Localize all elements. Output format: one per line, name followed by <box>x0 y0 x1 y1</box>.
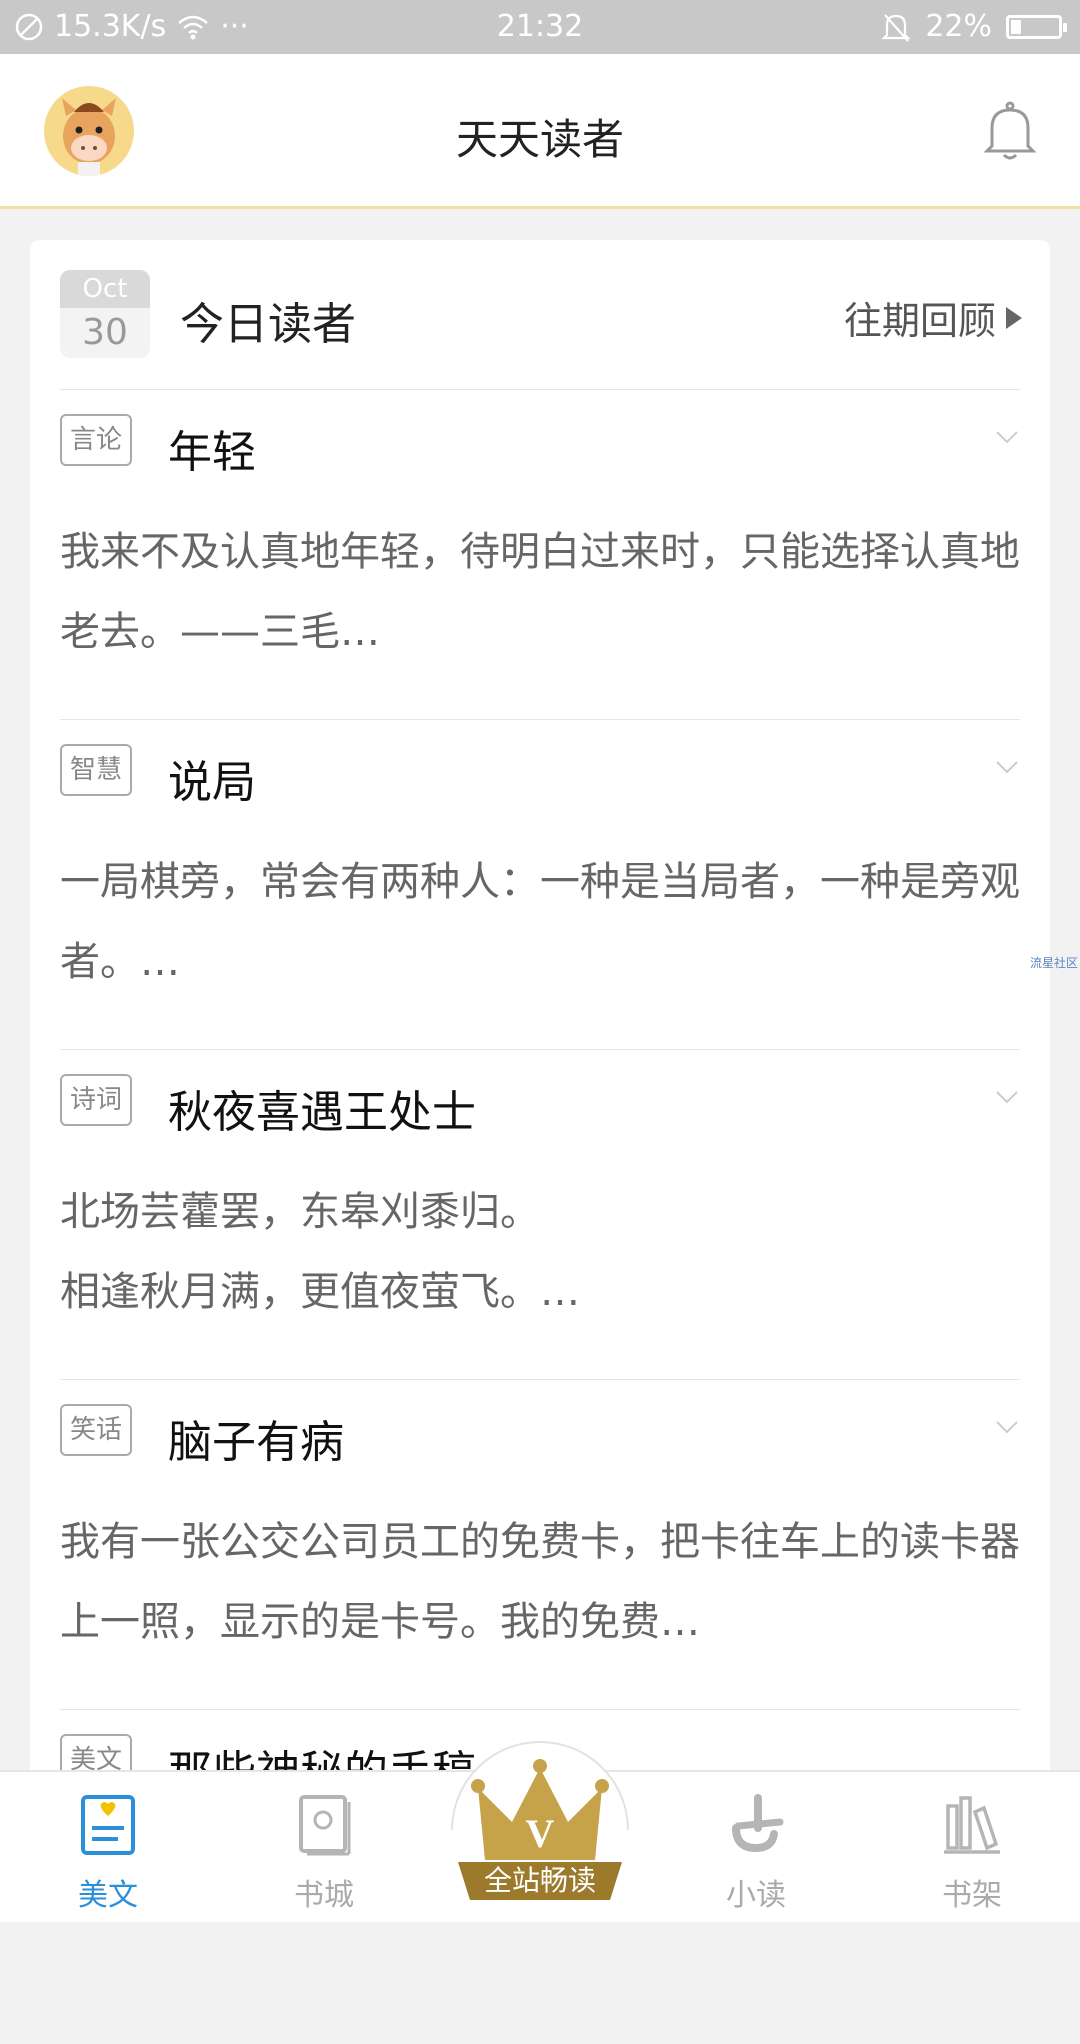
app-header: 天天读者 <box>0 54 1080 209</box>
article-excerpt: 北场芸藿罢，东皋刈黍归。 相逢秋月满，更值夜萤飞。… <box>60 1172 1020 1332</box>
divider <box>60 389 1020 390</box>
tab-label: 小读 <box>726 1878 786 1913</box>
tab-meiwen[interactable]: 美文 <box>48 1792 168 1914</box>
watermark-text: 流星社区 <box>1029 956 1078 970</box>
tab-label: 书架 <box>942 1878 1002 1913</box>
bookshelf-icon <box>944 1796 1000 1854</box>
poem-line: 北场芸藿罢，东皋刈黍归。 <box>60 1189 540 1235</box>
article-icon <box>81 1795 135 1855</box>
article-title: 年轻 <box>168 427 256 478</box>
divider <box>60 719 1020 720</box>
crown-letter: V <box>525 1811 555 1856</box>
category-tag: 言论 <box>60 414 132 466</box>
article-item[interactable]: 诗词 秋夜喜遇王处士 北场芸藿罢，东皋刈黍归。 相逢秋月满，更值夜萤飞。… <box>60 1054 1020 1384</box>
article-item[interactable]: 笑话 脑子有病 我有一张公交公司员工的免费卡，把卡往车上的读卡器上一照，显示的是… <box>60 1384 1020 1714</box>
today-card: Oct 30 今日读者 往期回顾 言论 年轻 我来不及认真地年轻，待明白过来时，… <box>30 240 1050 1920</box>
app-title: 天天读者 <box>455 115 624 164</box>
divider <box>60 1049 1020 1050</box>
tab-shucheng[interactable]: 书城 <box>264 1792 384 1914</box>
chevron-down-icon[interactable] <box>994 1084 1020 1110</box>
date-month: Oct <box>60 270 150 308</box>
article-excerpt: 一局棋旁，常会有两种人：一种是当局者，一种是旁观者。… <box>60 859 1020 985</box>
status-bar: 15.3K/s ··· 21:32 22% <box>0 0 1080 54</box>
bell-icon[interactable] <box>980 98 1040 164</box>
divider <box>60 1379 1020 1380</box>
date-day: 30 <box>82 312 128 353</box>
tab-xiaodu[interactable]: 小读 <box>696 1792 816 1914</box>
tab-label: 美文 <box>78 1878 138 1913</box>
article-item[interactable]: 言论 年轻 我来不及认真地年轻，待明白过来时，只能选择认真地老去。——三毛… <box>60 394 1020 724</box>
article-item[interactable]: 智慧 说局 一局棋旁，常会有两种人：一种是当局者，一种是旁观者。… <box>60 724 1020 1054</box>
mute-bell-icon <box>881 13 911 42</box>
divider <box>60 1709 1020 1710</box>
tab-vip[interactable]: V 全站畅读 <box>450 1740 630 1922</box>
poem-line: 相逢秋月满，更值夜萤飞。… <box>60 1269 580 1315</box>
vip-label: 全站畅读 <box>483 1864 596 1897</box>
article-title: 说局 <box>168 757 256 808</box>
xiaodu-icon <box>732 1794 784 1853</box>
play-arrow-icon <box>1006 306 1022 329</box>
chevron-down-icon[interactable] <box>994 754 1020 780</box>
bookstore-icon <box>299 1795 351 1856</box>
bottom-nav: 美文 书城 V 全站畅读 小读 书架 <box>0 1741 1080 1922</box>
past-review-label: 往期回顾 <box>843 299 996 343</box>
category-tag: 诗词 <box>60 1074 132 1126</box>
battery-icon <box>1006 14 1067 39</box>
chevron-down-icon[interactable] <box>994 424 1020 450</box>
date-badge: Oct 30 <box>60 270 150 358</box>
category-tag: 智慧 <box>60 744 132 796</box>
section-title: 今日读者 <box>180 299 356 350</box>
battery-fill <box>1011 19 1021 34</box>
past-review-link[interactable]: 往期回顾 <box>844 290 1022 345</box>
article-title: 脑子有病 <box>168 1417 344 1468</box>
article-excerpt: 我来不及认真地年轻，待明白过来时，只能选择认真地老去。——三毛… <box>60 529 1020 655</box>
chevron-down-icon[interactable] <box>994 1414 1020 1440</box>
article-excerpt: 我有一张公交公司员工的免费卡，把卡往车上的读卡器上一照，显示的是卡号。我的免费… <box>60 1519 1020 1645</box>
battery-percent: 22% <box>925 9 992 44</box>
tab-shujia[interactable]: 书架 <box>912 1792 1032 1914</box>
article-title: 秋夜喜遇王处士 <box>168 1087 476 1138</box>
category-tag: 笑话 <box>60 1404 132 1456</box>
tab-label: 书城 <box>294 1878 354 1913</box>
